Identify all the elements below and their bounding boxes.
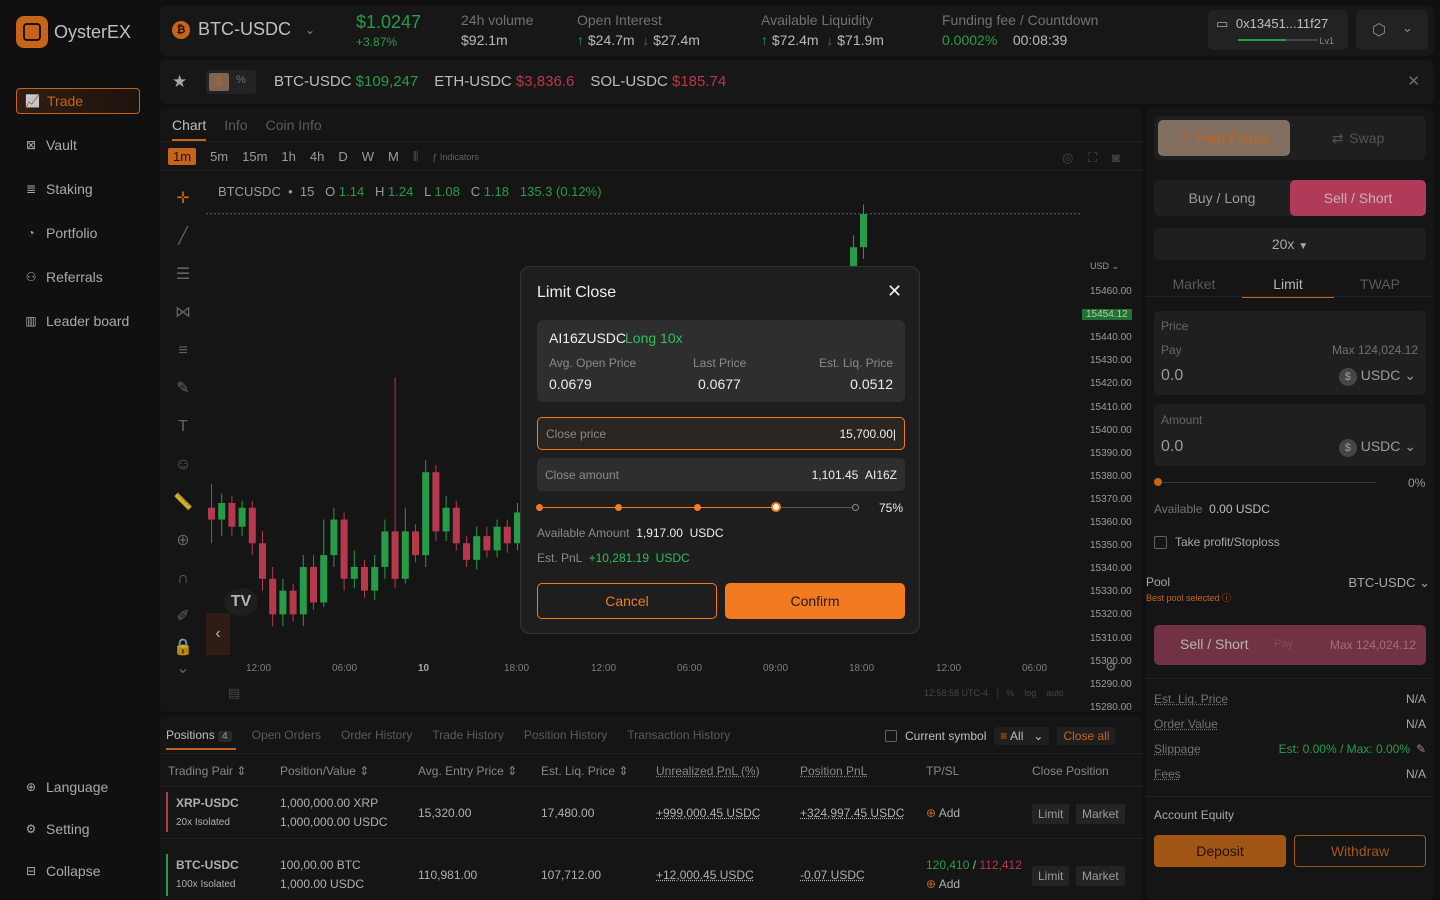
slider-stop[interactable] xyxy=(615,504,622,511)
slider-stop[interactable] xyxy=(694,504,701,511)
avg-open-value: 0.0679 xyxy=(549,376,592,392)
limit-close-dialog: Limit Close ✕ AI16ZUSDC Long 10x Avg. Op… xyxy=(520,266,920,634)
summary-pair: AI16ZUSDC xyxy=(549,330,627,346)
close-amount-unit: AI16Z xyxy=(864,468,897,482)
last-price-value: 0.0677 xyxy=(698,376,741,392)
close-icon[interactable]: ✕ xyxy=(887,281,902,302)
avg-open-label: Avg. Open Price xyxy=(549,356,637,370)
summary-position: Long 10x xyxy=(625,330,683,346)
last-price-label: Last Price xyxy=(693,356,747,370)
close-price-label: Close price xyxy=(546,427,607,441)
liq-price-value: 0.0512 xyxy=(850,376,893,392)
dialog-title: Limit Close xyxy=(537,284,617,301)
pnl-unit: USDC xyxy=(655,551,690,565)
close-amount-slider[interactable] xyxy=(536,502,859,512)
cancel-button[interactable]: Cancel xyxy=(537,583,717,619)
close-price-value: 15,700.00| xyxy=(839,427,896,441)
close-amount-value: 1,101.45 xyxy=(811,468,859,482)
close-price-input[interactable]: Close price 15,700.00| xyxy=(537,417,905,450)
available-unit: USDC xyxy=(689,526,724,540)
available-value: 1,917.00 xyxy=(636,526,683,540)
position-summary: AI16ZUSDC Long 10x Avg. Open Price 0.067… xyxy=(537,320,905,402)
slider-stop[interactable] xyxy=(536,504,543,511)
close-amount-input[interactable]: Close amount 1,101.45 AI16Z xyxy=(537,458,905,491)
close-amount-label: Close amount xyxy=(545,468,620,482)
liq-price-label: Est. Liq. Price xyxy=(818,356,893,370)
estimated-pnl: Est. PnL +10,281.19 USDC xyxy=(537,551,690,565)
pnl-label: Est. PnL xyxy=(537,551,582,565)
pnl-value: +10,281.19 xyxy=(588,551,649,565)
confirm-button[interactable]: Confirm xyxy=(725,583,905,619)
available-label: Available Amount xyxy=(537,526,630,540)
available-amount: Available Amount 1,917.00 USDC xyxy=(537,526,724,540)
slider-thumb[interactable] xyxy=(771,502,781,512)
slider-percent: 75% xyxy=(878,501,903,515)
slider-stop[interactable] xyxy=(852,504,859,511)
